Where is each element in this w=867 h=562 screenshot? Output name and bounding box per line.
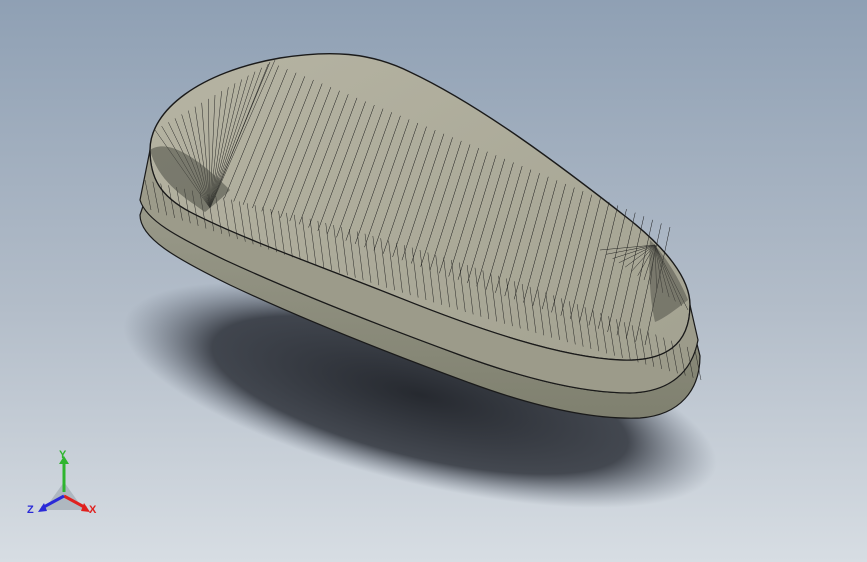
- model-view[interactable]: [0, 0, 867, 562]
- orientation-triad: Y Z X: [24, 448, 104, 524]
- graphics-viewport[interactable]: Y Z X: [0, 0, 867, 562]
- z-axis-label: Z: [27, 504, 34, 516]
- y-axis-label: Y: [59, 449, 67, 461]
- x-axis-label: X: [89, 504, 97, 516]
